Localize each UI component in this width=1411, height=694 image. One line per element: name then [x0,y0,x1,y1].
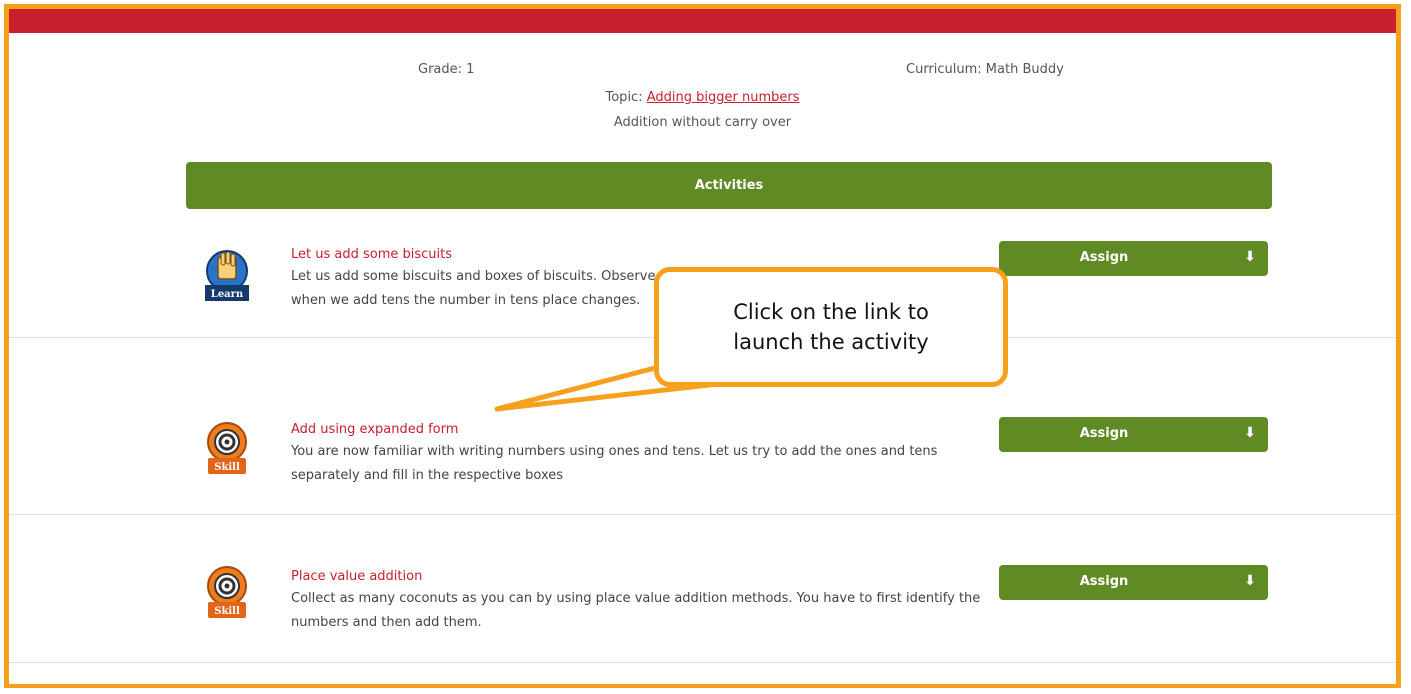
subtopic-label: Addition without carry over [613,115,792,130]
arrow-down-icon: ⬇ [1244,573,1256,589]
skill-target-icon: Skill [207,566,247,618]
assign-button[interactable]: Assign ⬇ [999,565,1268,600]
assign-button[interactable]: Assign ⬇ [999,241,1268,276]
page-frame: Grade: 1 Curriculum: Math Buddy Topic: A… [4,4,1401,688]
activity-title-link[interactable]: Add using expanded form [291,422,458,437]
bottom-orange-line [9,684,1396,688]
assign-label: Assign [1079,574,1129,589]
topic-prefix: Topic: [605,90,647,105]
activities-title: Activities [694,178,764,193]
activity-title-link[interactable]: Place value addition [291,569,422,584]
arrow-down-icon: ⬇ [1244,425,1256,441]
topic-line: Topic: Adding bigger numbers [9,90,1396,105]
skill-badge-text: Skill [214,606,240,617]
learn-hand-icon: Learn [205,250,249,301]
topic-link[interactable]: Adding bigger numbers [647,90,800,105]
assign-label: Assign [1079,426,1129,441]
learn-badge-text: Learn [211,289,244,300]
assign-label: Assign [1079,250,1129,265]
grade-label: Grade: 1 [418,62,475,77]
skill-badge-text: Skill [214,462,240,473]
callout-text: Click on the link to launch the activity [733,300,929,354]
activity-title-link[interactable]: Let us add some biscuits [291,247,452,262]
arrow-down-icon: ⬇ [1244,249,1256,265]
assign-button[interactable]: Assign ⬇ [999,417,1268,452]
skill-target-icon: Skill [207,422,247,474]
activity-row: Skill Place value addition Collect as ma… [9,514,1396,663]
activity-description: Collect as many coconuts as you can by u… [291,591,981,630]
curriculum-label: Curriculum: Math Buddy [906,62,1064,77]
callout-tooltip: Click on the link to launch the activity [654,267,1008,387]
top-red-bar [9,9,1396,33]
activity-description: You are now familiar with writing number… [291,444,938,483]
activities-header: Activities [186,162,1272,209]
